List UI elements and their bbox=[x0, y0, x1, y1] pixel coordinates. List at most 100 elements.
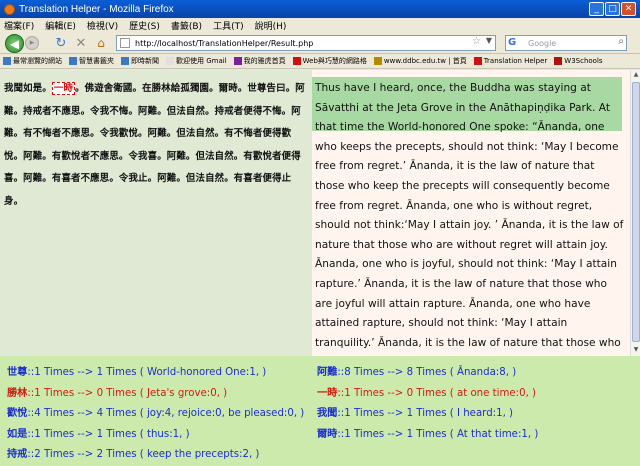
maximize-button[interactable]: □ bbox=[605, 2, 620, 16]
source-text-after: 。佛遊舍衛國。在勝林給孤獨園。爾時。世尊告曰。阿難。持戒者不應思。令我不悔。阿難… bbox=[4, 83, 305, 207]
bookmark-item[interactable]: W3Schools bbox=[554, 57, 603, 65]
home-button[interactable]: ⌂ bbox=[94, 36, 108, 50]
term-stat-line[interactable]: 如是::1 Times --> 1 Times ( thus:1, ) bbox=[7, 424, 304, 445]
bookmark-label: 即時新聞 bbox=[131, 57, 159, 65]
term-counts: ::1 Times --> 1 Times ( World-honored On… bbox=[27, 367, 267, 378]
bookmark-label: 最常瀏覽的網站 bbox=[13, 57, 62, 65]
term-stat-line[interactable]: 爾時::1 Times --> 1 Times ( At that time:1… bbox=[317, 424, 538, 445]
bookmark-icon bbox=[69, 57, 77, 65]
term-stat-line[interactable]: 勝林::1 Times --> 0 Times ( Jeta's grove:0… bbox=[7, 383, 304, 404]
bookmark-item[interactable]: 我的雅虎首頁 bbox=[233, 56, 286, 66]
bookmark-item[interactable]: www.ddbc.edu.tw | 首頁 bbox=[373, 56, 467, 66]
bookmark-item[interactable]: Translation Helper bbox=[473, 57, 548, 65]
source-text-before: 我聞如是。 bbox=[4, 83, 52, 94]
menu-bookmarks[interactable]: 書籤(B) bbox=[171, 19, 202, 32]
chinese-source-text: 我聞如是。 一時 。佛遊舍衛國。在勝林給孤獨園。爾時。世尊告曰。阿難。持戒者不應思。… bbox=[4, 78, 310, 214]
stop-button[interactable]: ✕ bbox=[74, 36, 88, 51]
term-counts: ::4 Times --> 4 Times ( joy:4, rejoice:0… bbox=[27, 408, 305, 419]
navigation-toolbar: ◀ ▸ ↻ ✕ ⌂ http://localhost/TranslationHe… bbox=[0, 32, 640, 54]
menu-view[interactable]: 檢視(V) bbox=[87, 19, 118, 32]
term-statistics-panel: 世尊::1 Times --> 1 Times ( World-honored … bbox=[0, 356, 640, 466]
bookmark-item[interactable]: 最常瀏覽的網站 bbox=[3, 56, 62, 66]
term-stat-line[interactable]: 持戒::2 Times --> 2 Times ( keep the prece… bbox=[7, 444, 304, 465]
bookmark-label: Translation Helper bbox=[483, 57, 548, 65]
term-name: 如是 bbox=[7, 427, 28, 440]
term-name: 歡悅 bbox=[7, 407, 28, 419]
bookmark-item[interactable]: 智慧書籤夾 bbox=[69, 56, 114, 66]
term-counts: ::1 Times --> 1 Times ( I heard:1, ) bbox=[337, 408, 514, 419]
translation-rest: At that time the World-honored One spoke… bbox=[315, 101, 624, 349]
highlighted-term[interactable]: 一時 bbox=[51, 82, 76, 95]
bookmark-label: www.ddbc.edu.tw | 首頁 bbox=[383, 57, 467, 65]
address-bar[interactable]: http://localhost/TranslationHelper/Resul… bbox=[116, 35, 496, 51]
bookmark-star-icon[interactable]: ☆ bbox=[472, 36, 481, 47]
search-placeholder: Google bbox=[528, 38, 557, 48]
page-icon bbox=[120, 38, 130, 48]
term-stat-line[interactable]: 世尊::1 Times --> 1 Times ( World-honored … bbox=[7, 362, 304, 383]
url-text: http://localhost/TranslationHelper/Resul… bbox=[135, 38, 314, 48]
bookmark-icon bbox=[292, 57, 301, 65]
term-name: 阿難 bbox=[317, 366, 338, 378]
page-content: 我聞如是。 一時 。佛遊舍衛國。在勝林給孤獨園。爾時。世尊告曰。阿難。持戒者不應思。… bbox=[0, 70, 640, 466]
term-name: 一時 bbox=[317, 386, 338, 399]
term-stat-line[interactable]: 阿難::8 Times --> 8 Times ( Ānanda:8, ) bbox=[317, 362, 538, 383]
bookmark-icon bbox=[373, 57, 382, 65]
scroll-up-icon[interactable]: ▲ bbox=[632, 71, 640, 79]
bookmark-icon bbox=[166, 57, 174, 65]
stats-column-right: 阿難::8 Times --> 8 Times ( Ānanda:8, ) 一時:… bbox=[317, 362, 538, 444]
stats-column-left: 世尊::1 Times --> 1 Times ( World-honored … bbox=[7, 362, 304, 465]
minimize-button[interactable]: _ bbox=[589, 2, 604, 16]
term-stat-line[interactable]: 歡悅::4 Times --> 4 Times ( joy:4, rejoice… bbox=[7, 403, 304, 424]
bookmark-label: 我的雅虎首頁 bbox=[243, 57, 286, 65]
search-box[interactable]: G Google ⌕ bbox=[505, 35, 627, 51]
bookmark-icon bbox=[121, 57, 129, 65]
menu-tools[interactable]: 工具(T) bbox=[213, 19, 244, 32]
source-text-pane: 我聞如是。 一時 。佛遊舍衛國。在勝林給孤獨園。爾時。世尊告曰。阿難。持戒者不應思。… bbox=[0, 70, 312, 356]
term-name: 持戒 bbox=[7, 448, 28, 460]
bookmark-icon bbox=[3, 57, 11, 65]
term-counts: ::2 Times --> 2 Times ( keep the precept… bbox=[27, 449, 260, 460]
firefox-icon bbox=[4, 3, 15, 15]
close-button[interactable]: ✕ bbox=[621, 2, 636, 16]
title-bar[interactable]: Translation Helper - Mozilla Firefox _ □… bbox=[0, 0, 640, 18]
term-name: 爾時 bbox=[317, 427, 338, 440]
bookmark-item[interactable]: 歡迎使用 Gmail bbox=[166, 56, 227, 66]
vertical-scrollbar[interactable]: ▲ ▼ bbox=[630, 70, 640, 356]
highlighted-sentence: Thus have I heard, once, the Buddha was … bbox=[315, 82, 596, 114]
google-icon[interactable]: G bbox=[508, 37, 516, 48]
bookmarks-toolbar: 最常瀏覽的網站 智慧書籤夾 即時新聞 歡迎使用 Gmail 我的雅虎首頁 Web與巧慧的網… bbox=[0, 54, 640, 69]
back-button[interactable]: ◀ bbox=[5, 34, 24, 53]
bookmark-label: Web與巧慧的網路格 bbox=[302, 57, 367, 65]
bookmark-label: 智慧書籤夾 bbox=[79, 57, 114, 65]
search-icon[interactable]: ⌕ bbox=[618, 36, 624, 47]
bookmark-item[interactable]: 即時新聞 bbox=[121, 56, 159, 66]
translation-text-pane: Thus have I heard, once, the Buddha was … bbox=[312, 70, 630, 356]
menu-history[interactable]: 歷史(S) bbox=[129, 19, 160, 32]
scroll-down-icon[interactable]: ▼ bbox=[632, 346, 640, 354]
bookmark-icon bbox=[554, 57, 563, 65]
bookmark-label: 歡迎使用 Gmail bbox=[176, 57, 227, 65]
bookmark-label: W3Schools bbox=[564, 57, 603, 65]
browser-window: Translation Helper - Mozilla Firefox _ □… bbox=[0, 0, 640, 466]
menu-bar: 檔案(F) 編輯(E) 檢視(V) 歷史(S) 書籤(B) 工具(T) 說明(H… bbox=[0, 18, 640, 32]
menu-file[interactable]: 檔案(F) bbox=[4, 19, 34, 32]
term-counts: ::8 Times --> 8 Times ( Ānanda:8, ) bbox=[337, 367, 517, 378]
term-stat-line[interactable]: 一時::1 Times --> 0 Times ( at one time:0,… bbox=[317, 383, 538, 404]
term-name: 世尊 bbox=[7, 366, 28, 378]
forward-button[interactable]: ▸ bbox=[25, 36, 39, 50]
term-counts: ::1 Times --> 1 Times ( thus:1, ) bbox=[27, 428, 190, 440]
bookmark-icon bbox=[233, 57, 242, 65]
menu-help[interactable]: 說明(H) bbox=[255, 19, 287, 32]
english-translation-text: Thus have I heard, once, the Buddha was … bbox=[315, 79, 627, 356]
bookmark-icon bbox=[473, 57, 482, 65]
term-counts: ::1 Times --> 0 Times ( Jeta's grove:0, … bbox=[27, 387, 228, 399]
url-dropdown-icon[interactable]: ▼ bbox=[486, 36, 492, 45]
reload-button[interactable]: ↻ bbox=[54, 36, 68, 51]
menu-edit[interactable]: 編輯(E) bbox=[45, 19, 76, 32]
scroll-thumb[interactable] bbox=[632, 82, 640, 342]
term-counts: ::1 Times --> 1 Times ( At that time:1, … bbox=[337, 428, 539, 440]
bookmark-item[interactable]: Web與巧慧的網路格 bbox=[292, 56, 367, 66]
window-title: Translation Helper - Mozilla Firefox bbox=[19, 3, 174, 15]
term-name: 勝林 bbox=[7, 386, 28, 399]
term-stat-line[interactable]: 我聞::1 Times --> 1 Times ( I heard:1, ) bbox=[317, 403, 538, 424]
